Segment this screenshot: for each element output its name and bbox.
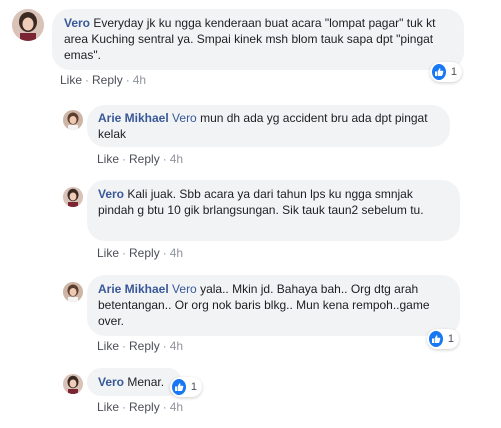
reaction-number: 1 [447, 333, 454, 345]
timestamp[interactable]: 4h [170, 152, 183, 166]
comment-author[interactable]: Vero [98, 187, 124, 201]
reaction-number: 1 [450, 66, 457, 78]
comment-bubble: Vero Menar. [87, 368, 182, 396]
comment-actions: Like · Reply · 4h [60, 73, 147, 87]
reaction-number: 1 [190, 381, 197, 393]
reply-link[interactable]: Reply [129, 400, 160, 414]
reply-link[interactable]: Reply [92, 73, 123, 87]
like-thumbs-up-icon [432, 64, 446, 80]
like-link[interactable]: Like [97, 339, 119, 353]
like-link[interactable]: Like [97, 246, 119, 260]
comment-actions: Like · Reply · 4h [97, 152, 184, 166]
timestamp[interactable]: 4h [170, 400, 183, 414]
avatar[interactable] [63, 110, 83, 130]
comment-author[interactable]: Vero [98, 375, 124, 389]
comment-bubble: Arie Mikhael Vero yala.. Mkin jd. Bahaya… [87, 275, 460, 336]
avatar[interactable] [63, 374, 83, 394]
like-thumbs-up-icon [172, 379, 186, 395]
avatar[interactable] [63, 282, 83, 302]
comment-bubble: Vero Everyday jk ku ngga kenderaan buat … [52, 9, 464, 70]
comment-actions: Like · Reply · 4h [97, 400, 184, 414]
like-link[interactable]: Like [97, 400, 119, 414]
comment-text: Everyday jk ku ngga kenderaan buat acara… [64, 16, 436, 62]
avatar[interactable] [12, 9, 44, 41]
comment-author[interactable]: Arie Mikhael [98, 111, 169, 125]
like-link[interactable]: Like [97, 152, 119, 166]
comment-author[interactable]: Arie Mikhael [98, 282, 169, 296]
comment-text: Kali juak. Sbb acara ya dari tahun lps k… [98, 187, 424, 217]
reply-link[interactable]: Reply [129, 152, 160, 166]
reaction-count[interactable]: 1 [170, 377, 202, 397]
mention-tag[interactable]: Vero [172, 111, 197, 125]
comment-text: Menar. [127, 375, 165, 389]
timestamp[interactable]: 4h [170, 246, 183, 260]
comment-actions: Like · Reply · 4h [97, 339, 184, 353]
timestamp[interactable]: 4h [133, 73, 146, 87]
avatar[interactable] [63, 187, 83, 207]
like-link[interactable]: Like [60, 73, 82, 87]
timestamp[interactable]: 4h [170, 339, 183, 353]
mention-tag[interactable]: Vero [172, 282, 197, 296]
comment-bubble: Arie Mikhael Vero mun dh ada yg accident… [87, 105, 450, 147]
reply-link[interactable]: Reply [129, 246, 160, 260]
reaction-count[interactable]: 1 [430, 62, 462, 82]
comment-actions: Like · Reply · 4h [97, 246, 184, 260]
comment-bubble: Vero Kali juak. Sbb acara ya dari tahun … [87, 180, 460, 241]
comment-author[interactable]: Vero [64, 16, 90, 30]
like-thumbs-up-icon [429, 331, 443, 347]
reaction-count[interactable]: 1 [427, 329, 459, 349]
reply-link[interactable]: Reply [129, 339, 160, 353]
